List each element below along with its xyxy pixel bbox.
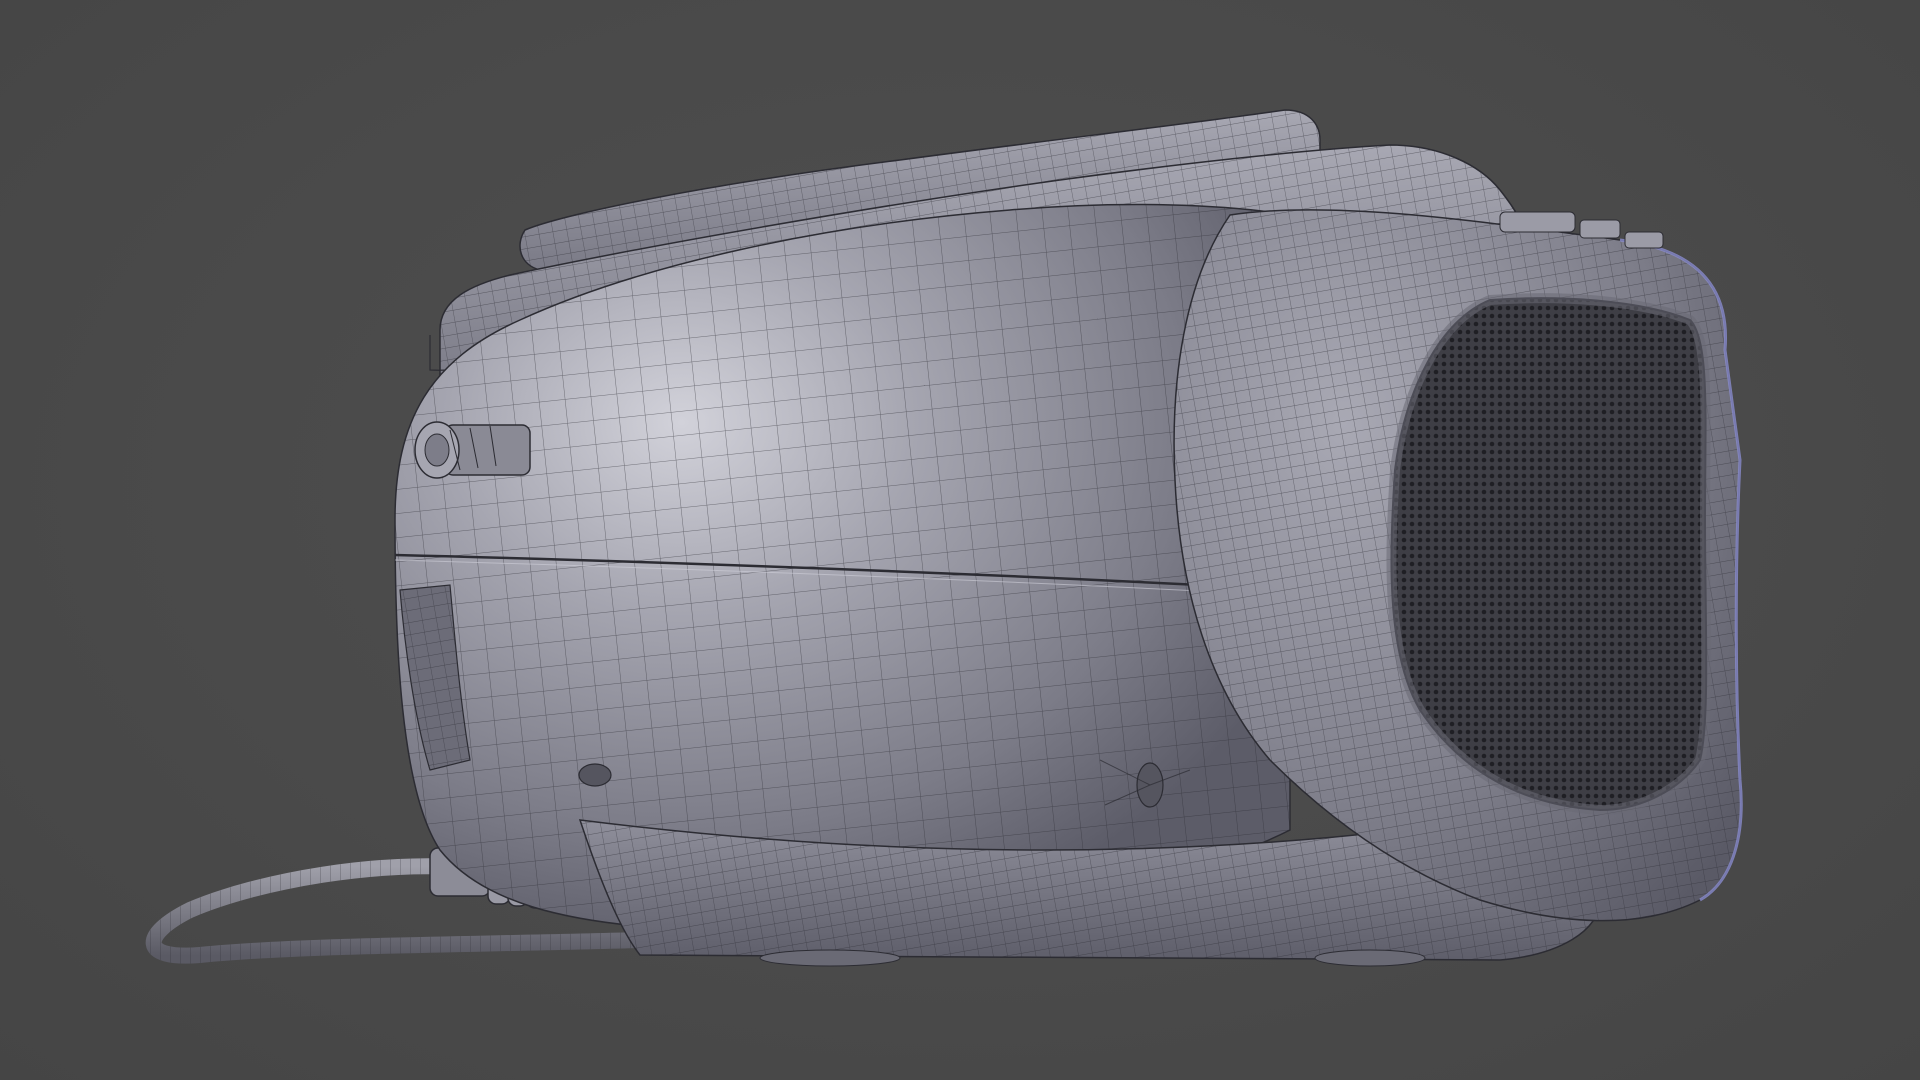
knob-icon <box>414 421 531 479</box>
boombox-model <box>145 109 1743 967</box>
speaker-grille-icon <box>1386 293 1712 816</box>
viewport-3d <box>0 0 1920 1080</box>
